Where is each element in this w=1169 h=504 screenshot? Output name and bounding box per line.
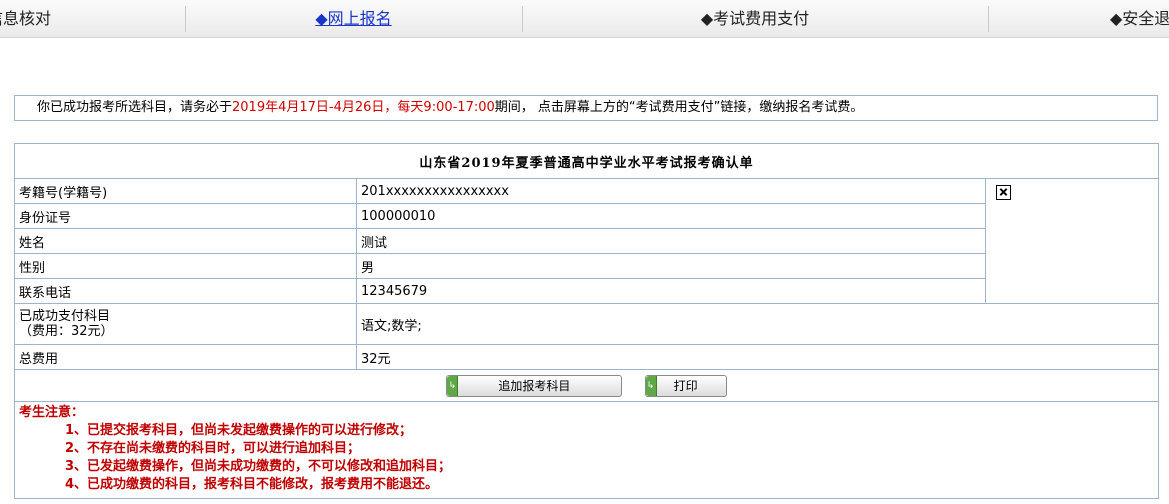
tab-safe-logout-label: ◆安全退出: [1110, 9, 1169, 28]
tab-online-registration[interactable]: ◆网上报名: [186, 0, 521, 37]
tab-info-check-label: 信息核对: [0, 9, 52, 28]
paid-fee-label: （费用：32元）: [19, 324, 114, 339]
field-value-name: 测试: [356, 228, 986, 254]
action-buttons-row: ↳ 追加报考科目 ↳ 打印: [13, 369, 1160, 402]
notes-heading: 考生注意：: [19, 405, 85, 420]
tab-online-registration-label: ◆网上报名: [315, 9, 392, 28]
field-value-id-number: 100000010: [356, 203, 986, 229]
field-value-phone: 12345679: [356, 278, 986, 304]
photo-cell: [984, 178, 1160, 304]
note-item: 2、不存在尚未缴费的科目时，可以进行追加科目；: [65, 441, 361, 456]
field-value-gender: 男: [356, 253, 986, 279]
note-item: 1、已提交报考科目，但尚未发起缴费操作的可以进行修改；: [65, 423, 413, 438]
field-label-gender: 性别: [14, 253, 357, 279]
payment-notice: 你已成功报考所选科目，请务必于2019年4月17日-4月26日，每天9:00-1…: [14, 95, 1158, 121]
print-button[interactable]: ↳ 打印: [644, 374, 727, 397]
field-value-total-fee: 32元: [355, 344, 1160, 370]
registration-confirmation-table: 山东省2019年夏季普通高中学业水平考试报考确认单 考籍号(学籍号) 201xx…: [13, 143, 1160, 499]
add-subject-button[interactable]: ↳ 追加报考科目: [446, 374, 623, 397]
notice-suffix: 期间， 点击屏幕上方的“考试费用支付”链接，缴纳报名考试费。: [494, 100, 864, 115]
tab-fee-payment[interactable]: ◆考试费用支付: [523, 0, 987, 37]
field-label-name: 姓名: [14, 228, 357, 254]
field-value-student-id: 201xxxxxxxxxxxxxxxx: [356, 178, 986, 204]
notice-deadline: 2019年4月17日-4月26日，每天9:00-17:00: [232, 100, 495, 115]
field-label-student-id: 考籍号(学籍号): [14, 178, 357, 204]
field-label-phone: 联系电话: [14, 278, 357, 304]
tab-info-check[interactable]: 信息核对: [0, 0, 184, 37]
paid-subjects-label: 已成功支付科目: [19, 309, 111, 324]
arrow-icon: ↳: [447, 375, 459, 396]
note-item: 3、已发起缴费操作，但尚未成功缴费的，不可以修改和追加科目；: [65, 459, 452, 474]
add-subject-button-label: 追加报考科目: [498, 378, 571, 393]
field-label-total-fee: 总费用: [14, 344, 357, 370]
form-title: 山东省2019年夏季普通高中学业水平考试报考确认单: [13, 143, 1160, 179]
notice-prefix: 你已成功报考所选科目，请务必于: [37, 100, 233, 115]
print-button-label: 打印: [673, 378, 698, 393]
top-navigation: 信息核对 ◆网上报名 ◆考试费用支付 ◆安全退出: [0, 0, 1169, 38]
arrow-icon: ↳: [645, 375, 657, 396]
field-value-paid-subjects: 语文;数学;: [355, 303, 1160, 345]
candidate-notes: 考生注意： 1、已提交报考科目，但尚未发起缴费操作的可以进行修改； 2、不存在尚…: [13, 401, 1160, 499]
field-label-id-number: 身份证号: [14, 203, 357, 229]
tab-safe-logout[interactable]: ◆安全退出: [989, 0, 1169, 37]
note-item: 4、已成功缴费的科目，报考科目不能修改，报考费用不能退还。: [65, 477, 439, 492]
field-label-paid-subjects: 已成功支付科目 （费用：32元）: [14, 303, 357, 345]
tab-fee-payment-label: ◆考试费用支付: [700, 9, 810, 28]
broken-image-icon: [996, 185, 1011, 200]
